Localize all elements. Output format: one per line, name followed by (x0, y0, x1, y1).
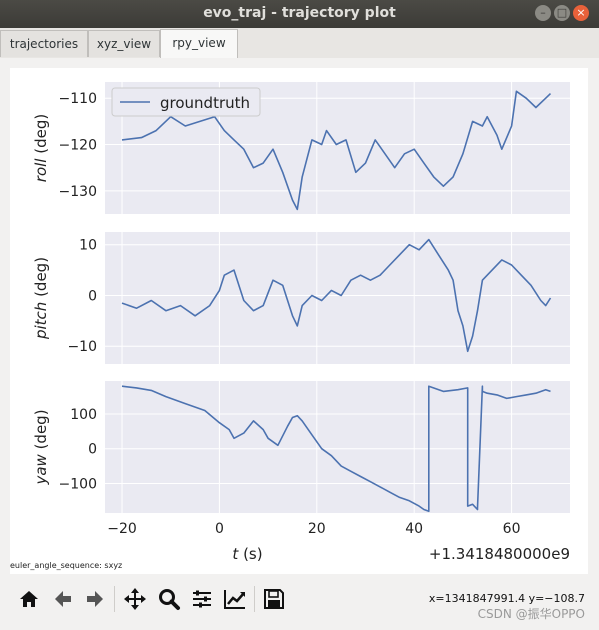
y-tick-label: −110 (59, 91, 97, 107)
x-tick-label: −20 (107, 521, 137, 537)
x-tick-label: 20 (308, 521, 326, 537)
pan-icon[interactable] (122, 586, 148, 612)
x-axis-label: t (s) (232, 545, 262, 563)
maximize-icon[interactable]: □ (554, 5, 570, 21)
x-tick-label: 0 (215, 521, 224, 537)
minimize-icon[interactable]: – (535, 5, 551, 21)
y-axis-label-unit: (deg) (32, 114, 50, 159)
subplot-roll: −130 −120 −110 roll (deg) groundtruth (32, 82, 570, 214)
configure-subplots-icon[interactable] (189, 586, 215, 612)
y-tick-label: −10 (67, 339, 97, 355)
edit-axis-icon[interactable] (222, 586, 248, 612)
back-icon[interactable] (50, 586, 76, 612)
y-tick-label: −120 (59, 138, 97, 154)
zoom-icon[interactable] (156, 586, 182, 612)
tab-trajectories[interactable]: trajectories (0, 30, 88, 57)
y-tick-label: −100 (59, 476, 97, 492)
axes-background (105, 381, 570, 513)
y-axis-label-unit: (deg) (32, 257, 50, 302)
toolbar-separator (114, 586, 115, 612)
legend: groundtruth (111, 87, 261, 117)
y-tick-label: 0 (88, 288, 97, 304)
toolbar-separator (254, 586, 255, 612)
window-title: evo_traj - trajectory plot (203, 5, 396, 21)
subplot-pitch: −10 0 10 pitch (deg) (32, 232, 570, 364)
legend-label: groundtruth (160, 94, 250, 112)
y-tick-label: 0 (88, 442, 97, 458)
axes-background (105, 232, 570, 364)
rpy-figure: −130−120−110roll (deg)groundtruth−10010p… (10, 82, 570, 570)
home-icon[interactable] (16, 586, 42, 612)
y-axis-label-italic: pitch (32, 302, 50, 340)
x-axis-label-unit: (s) (238, 545, 262, 563)
y-axis-label-italic: roll (32, 158, 50, 183)
forward-icon[interactable] (82, 586, 108, 612)
cursor-coordinates: x=1341847991.4 y=−108.7 (428, 592, 585, 605)
y-tick-label: 100 (70, 407, 97, 423)
close-icon[interactable]: × (573, 5, 589, 21)
save-icon[interactable] (261, 586, 287, 612)
tab-xyz-view[interactable]: xyz_view (88, 30, 160, 57)
title-bar: evo_traj - trajectory plot – □ × (0, 0, 599, 28)
subplot-yaw: −100 0 100 −20 0 20 40 60 yaw (deg) t (s) +1.34184… (32, 381, 570, 563)
x-tick-label: 60 (503, 521, 521, 537)
y-axis-label: pitch (deg) (32, 257, 50, 340)
y-axis-label: yaw (deg) (32, 409, 50, 485)
y-tick-label: −130 (59, 184, 97, 200)
x-offset-text: +1.3418480000e9 (429, 545, 570, 563)
tab-rpy-view[interactable]: rpy_view (160, 29, 238, 58)
y-axis-label-italic: yaw (32, 453, 50, 485)
y-axis-label: roll (deg) (32, 114, 50, 182)
footnote: euler_angle_sequence: sxyz (10, 561, 122, 570)
x-tick-label: 40 (405, 521, 423, 537)
y-axis-label-unit: (deg) (32, 409, 50, 454)
figure-canvas[interactable]: −130 −120 −110 roll (deg) groundtruth −10 0 10 p… (10, 68, 588, 574)
tab-bar: trajectories xyz_view rpy_view (0, 28, 599, 59)
window-controls: – □ × (535, 5, 589, 21)
y-tick-label: 10 (79, 238, 97, 254)
navigation-toolbar: x=1341847991.4 y=−108.7 CSDN @振华OPPO (0, 578, 599, 630)
watermark: CSDN @振华OPPO (477, 607, 585, 621)
